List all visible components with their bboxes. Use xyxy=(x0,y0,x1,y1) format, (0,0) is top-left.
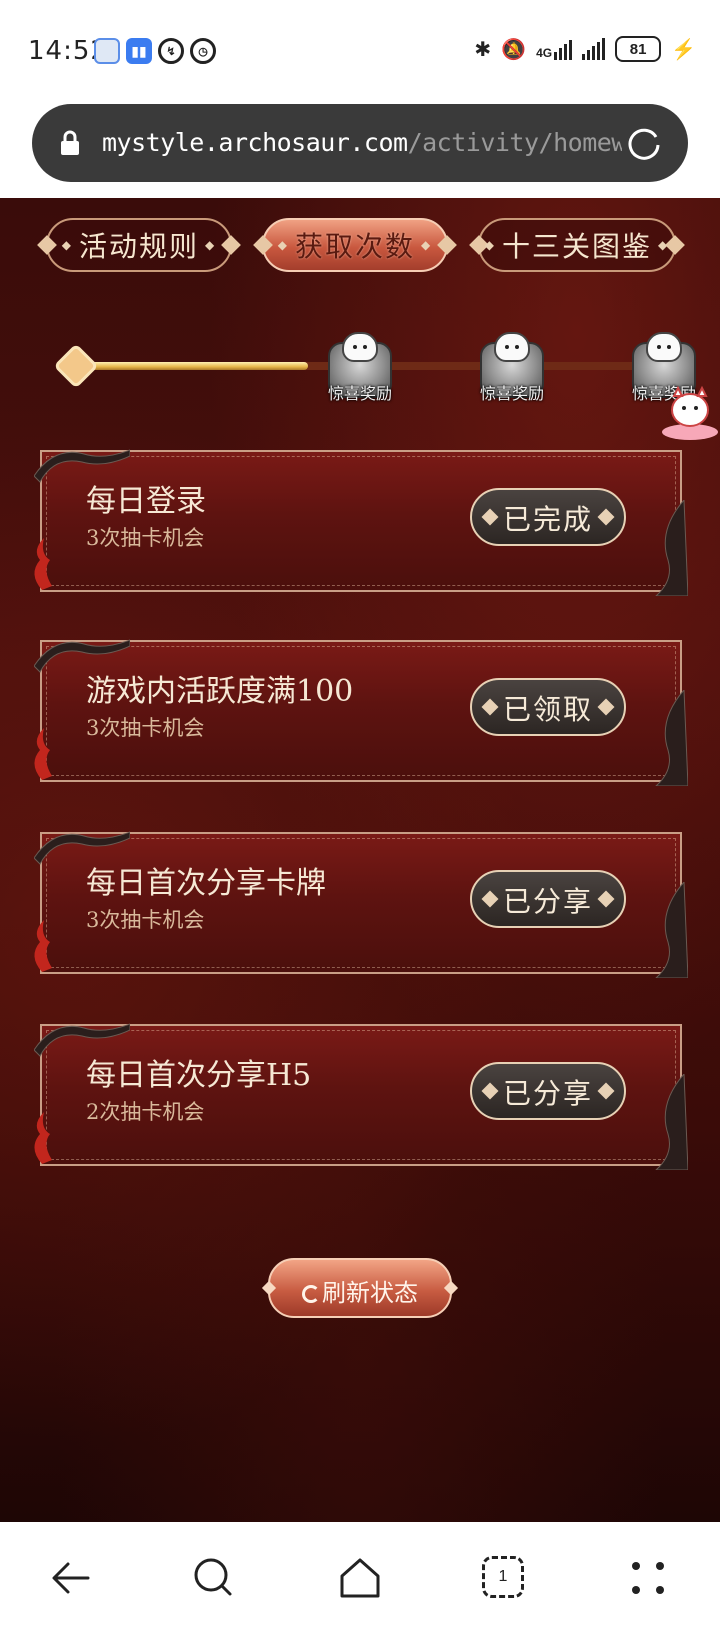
activity-page: ◆ 活动规则 ◆ ◆ 获取次数 ◆ ◆ 十三关图鉴 ◆ 惊喜奖励 惊喜奖励 惊喜奖励 xyxy=(0,198,720,1522)
ornament-flame-icon xyxy=(34,728,52,780)
tab-get-chances-label: 获取次数 xyxy=(294,230,415,263)
task-status-label: 已领取 xyxy=(502,693,593,726)
message-icon xyxy=(94,38,120,64)
cat-icon xyxy=(646,332,682,362)
tab-rules-label: 活动规则 xyxy=(78,230,199,263)
tabs-icon[interactable]: 1 xyxy=(474,1548,534,1608)
tab-bar: ◆ 活动规则 ◆ ◆ 获取次数 ◆ ◆ 十三关图鉴 ◆ xyxy=(36,212,686,278)
task-status-button[interactable]: 已完成 xyxy=(462,484,634,550)
ornament-cloud-icon xyxy=(655,690,688,786)
ornament-cloud-icon xyxy=(655,882,688,978)
battery-icon: 81 xyxy=(615,36,662,62)
tab-gallery[interactable]: ◆ 十三关图鉴 ◆ xyxy=(468,212,686,278)
tab-gallery-label: 十三关图鉴 xyxy=(501,230,652,263)
charging-icon: ⚡ xyxy=(671,38,696,61)
cat-icon xyxy=(342,332,378,362)
task-title: 每日登录 xyxy=(86,484,206,519)
refresh-icon xyxy=(302,1285,320,1303)
progress-track: 惊喜奖励 惊喜奖励 惊喜奖励 xyxy=(53,328,706,438)
task-card: 每日首次分享H5 2次抽卡机会 已分享 xyxy=(34,1023,688,1170)
home-icon[interactable] xyxy=(330,1548,390,1608)
url-path: /activity/homeware xyxy=(407,128,622,157)
task-status-button[interactable]: 已分享 xyxy=(462,1058,634,1124)
data-saver-icon: ↯ xyxy=(158,38,184,64)
task-reward: 3次抽卡机会 xyxy=(86,526,205,550)
task-card: 每日登录 3次抽卡机会 已完成 xyxy=(34,449,688,596)
task-reward: 3次抽卡机会 xyxy=(86,908,205,932)
app-icon: ▮▮ xyxy=(126,38,152,64)
search-icon[interactable] xyxy=(184,1548,244,1608)
url-text[interactable]: mystyle.archosaur.com/activity/homeware xyxy=(102,128,622,157)
milestone-reward-2[interactable]: 惊喜奖励 xyxy=(472,328,552,418)
task-reward: 3次抽卡机会 xyxy=(86,716,205,740)
task-status-label: 已分享 xyxy=(502,1077,593,1110)
signal-icon xyxy=(582,38,606,60)
ornament-cloud-icon xyxy=(655,1074,688,1170)
address-bar[interactable]: mystyle.archosaur.com/activity/homeware xyxy=(32,104,688,182)
notification-icons: ▮▮ ↯ ◷ xyxy=(94,38,216,64)
task-card: 每日首次分享卡牌 3次抽卡机会 已分享 xyxy=(34,831,688,978)
browser-bottom-nav: 1 xyxy=(0,1522,720,1633)
milestone-label: 惊喜奖励 xyxy=(479,384,544,403)
tab-get-chances[interactable]: ◆ 获取次数 ◆ xyxy=(252,212,458,278)
task-status-button[interactable]: 已分享 xyxy=(462,866,634,932)
mute-icon: 🔕 xyxy=(501,38,527,61)
cat-icon xyxy=(494,332,530,362)
url-host: mystyle.archosaur.com xyxy=(102,128,408,157)
task-status-button[interactable]: 已领取 xyxy=(462,674,634,740)
task-status-label: 已完成 xyxy=(502,503,593,536)
task-card: 游戏内活跃度满100 3次抽卡机会 已领取 xyxy=(34,639,688,786)
refresh-status-button[interactable]: 刷新状态 xyxy=(262,1256,458,1320)
reload-icon[interactable] xyxy=(624,123,664,163)
ornament-flame-icon xyxy=(34,920,52,972)
signal-4g-icon: 4G xyxy=(536,38,573,60)
progress-fill xyxy=(76,362,308,370)
ornament-flame-icon xyxy=(34,538,52,590)
ornament-flame-icon xyxy=(34,1112,52,1164)
ornament-cloud-icon xyxy=(655,500,688,596)
lock-icon xyxy=(61,130,79,155)
task-status-label: 已分享 xyxy=(502,885,593,918)
tab-rules[interactable]: ◆ 活动规则 ◆ xyxy=(36,212,242,278)
task-reward: 2次抽卡机会 xyxy=(86,1100,205,1124)
status-bar: 14:52 ▮▮ ↯ ◷ ✱ 🔕 4G 81 ⚡ xyxy=(0,0,720,100)
alarm-icon: ◷ xyxy=(190,38,216,64)
progress-start-knob xyxy=(53,343,99,389)
task-title: 每日首次分享卡牌 xyxy=(86,866,326,901)
bluetooth-icon: ✱ xyxy=(474,38,492,61)
task-title: 每日首次分享H5 xyxy=(86,1058,312,1093)
task-title: 游戏内活跃度满100 xyxy=(86,674,354,709)
mascot-icon[interactable] xyxy=(660,384,720,440)
menu-icon[interactable] xyxy=(618,1548,678,1608)
milestone-reward-1[interactable]: 惊喜奖励 xyxy=(320,328,400,418)
system-icons: ✱ 🔕 4G 81 ⚡ xyxy=(474,36,696,62)
milestone-label: 惊喜奖励 xyxy=(327,384,392,403)
back-icon[interactable] xyxy=(42,1548,102,1608)
refresh-label: 刷新状态 xyxy=(322,1279,418,1307)
